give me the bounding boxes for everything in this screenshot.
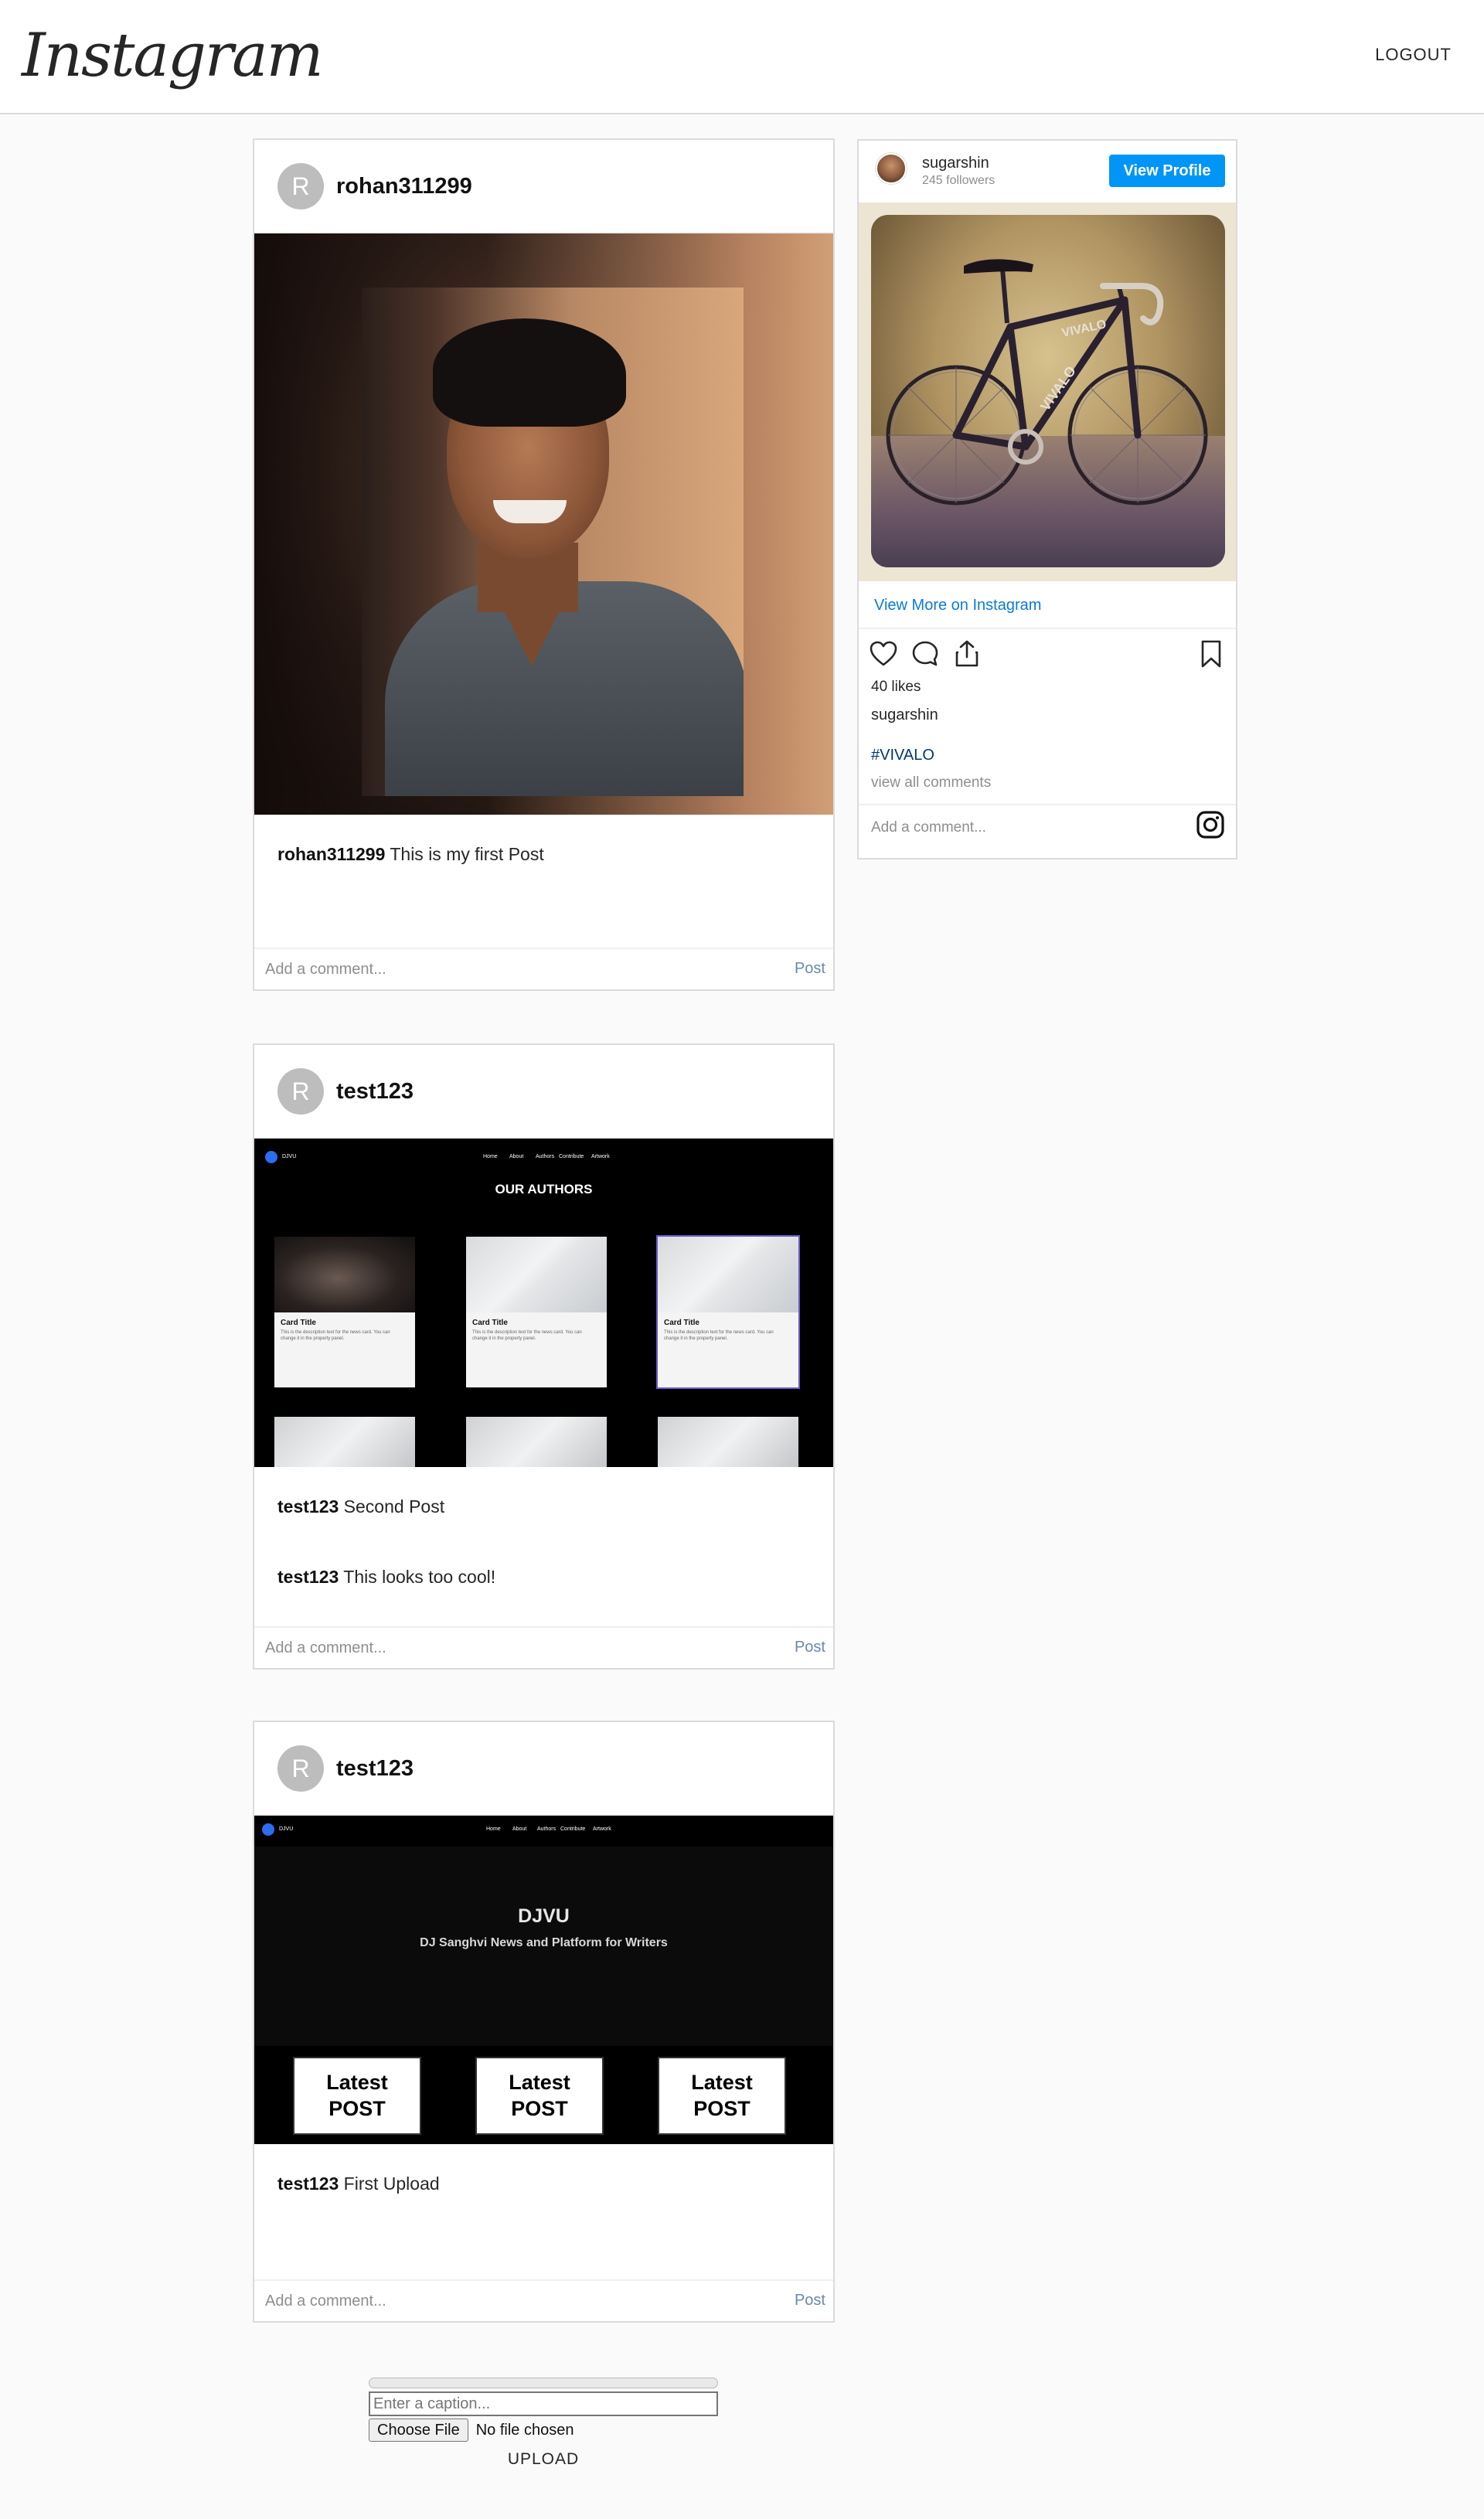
hero-title: DJVU [518,1905,570,1927]
post-username[interactable]: test123 [336,1079,414,1105]
post-image: DJVU Home About Authors Contribute Artwo… [254,1816,833,2144]
instagram-embed-widget: sugarshin 245 followers View Profile VIV… [857,139,1237,860]
heart-icon[interactable] [868,638,899,669]
avatar[interactable] [876,153,907,184]
comment-bar: Post [254,2279,833,2321]
top-nav: Instagram LOGOUT [0,0,1484,114]
comment-input[interactable]: Add a comment... [871,819,1180,836]
website-screenshot: DJVU Home About Authors Contribute Artwo… [254,1139,833,1467]
post-comment-button[interactable]: Post [795,2292,825,2310]
post-image [254,233,833,815]
post-caption: rohan311299 This is my first Post [277,844,544,864]
author-card: Card Title This is the description text … [274,1237,415,1387]
comment-bar: Post [254,1626,833,1668]
post-header: R rohan311299 [254,140,833,233]
post-username[interactable]: test123 [336,1756,414,1782]
svg-text:VIVALO: VIVALO [1037,363,1079,414]
embed-photo[interactable]: VIVALO VIVALO [859,203,1236,581]
post-comment-button[interactable]: Post [795,960,825,978]
post-image: DJVU Home About Authors Contribute Artwo… [254,1139,833,1467]
avatar: R [277,163,324,209]
portrait-photo [362,288,744,796]
divider [859,804,1236,805]
latest-post-card: Latest POST [658,2057,786,2135]
author-card [466,1417,607,1467]
like-count: 40 likes [871,679,921,695]
author-card [274,1417,415,1467]
author-card [658,1417,798,1467]
instagram-logo[interactable]: Instagram [22,17,324,94]
file-status: No file chosen [475,2421,574,2439]
upload-form: Choose File No file chosen UPLOAD [369,2378,718,2469]
widget-username[interactable]: sugarshin [922,155,989,172]
author-card: Card Title This is the description text … [466,1237,607,1387]
comment-input[interactable] [265,957,729,982]
post-card: R test123 DJVU Home About Authors Contri… [253,1721,835,2323]
choose-file-button[interactable]: Choose File [369,2419,468,2442]
upload-progress-bar [369,2378,718,2388]
share-icon[interactable] [951,638,982,669]
comment-input[interactable] [265,1636,729,1660]
bicycle-illustration: VIVALO VIVALO [886,259,1208,506]
logout-link[interactable]: LOGOUT [1375,45,1452,65]
latest-post-card: Latest POST [475,2057,604,2135]
post-comment-button[interactable]: Post [795,1639,825,1656]
latest-post-card: Latest POST [293,2057,421,2135]
view-all-comments-link[interactable]: view all comments [871,774,991,791]
comment-icon[interactable] [910,638,941,669]
author-card: Card Title This is the description text … [656,1235,800,1389]
website-screenshot: DJVU Home About Authors Contribute Artwo… [254,1816,833,2144]
hashtag-link[interactable]: #VIVALO [871,747,934,764]
upload-button[interactable]: UPLOAD [508,2450,579,2469]
divider [859,628,1236,629]
avatar: R [277,1068,324,1115]
bicycle-photo: VIVALO VIVALO [871,215,1225,567]
instagram-icon[interactable] [1196,810,1225,839]
post-caption: test123 This looks too cool! [277,1567,496,1587]
post-caption: test123 First Upload [277,2173,440,2194]
caption-username[interactable]: sugarshin [871,706,938,724]
follower-count: 245 followers [922,174,996,187]
hero-banner: DJVU DJ Sanghvi News and Platform for Wr… [254,1847,833,2046]
avatar: R [277,1745,324,1792]
post-card: R test123 DJVU Home About Authors Contri… [253,1043,835,1670]
caption-input[interactable] [369,2391,718,2416]
bookmark-icon[interactable] [1196,638,1227,669]
comment-input[interactable] [265,2289,729,2313]
view-more-link[interactable]: View More on Instagram [874,597,1041,614]
site-logo-icon [265,1151,277,1163]
site-logo-icon [262,1823,274,1836]
post-caption: test123 Second Post [277,1496,445,1517]
post-header: R test123 [254,1722,833,1816]
hero-subtitle: DJ Sanghvi News and Platform for Writers [420,1936,668,1949]
post-username[interactable]: rohan311299 [336,174,472,199]
post-header: R test123 [254,1045,833,1139]
comment-bar: Post [254,948,833,989]
post-card: R rohan311299 rohan311299 This is my fir… [253,138,835,991]
authors-heading: OUR AUTHORS [495,1182,593,1197]
view-profile-button[interactable]: View Profile [1109,155,1225,187]
file-picker: Choose File No file chosen [369,2418,718,2442]
